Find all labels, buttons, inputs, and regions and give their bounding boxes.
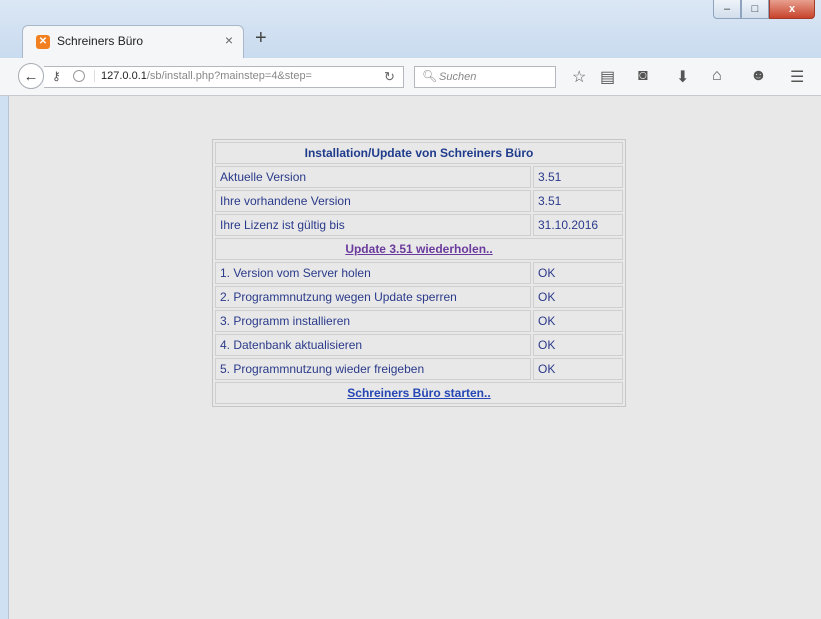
start-link-cell: Schreiners Büro starten.. [215, 382, 623, 404]
step-label: 1. Version vom Server holen [215, 262, 531, 284]
step-label: 2. Programmnutzung wegen Update sperren [215, 286, 531, 308]
table-row: 3. Programm installieren OK [215, 310, 623, 332]
reading-list-icon[interactable]: ▤ [600, 67, 615, 87]
info-value: 3.51 [533, 190, 623, 212]
table-title: Installation/Update von Schreiners Büro [215, 142, 623, 164]
home-icon[interactable]: ⌂ [712, 67, 722, 85]
table-row: 4. Datenbank aktualisieren OK [215, 334, 623, 356]
back-arrow-icon: ← [23, 67, 39, 85]
key-icon[interactable]: ⚷ [52, 69, 61, 83]
info-label: Ihre vorhandene Version [215, 190, 531, 212]
table-row: Ihre vorhandene Version 3.51 [215, 190, 623, 212]
info-value: 31.10.2016 [533, 214, 623, 236]
table-row: 2. Programmnutzung wegen Update sperren … [215, 286, 623, 308]
step-status: OK [533, 334, 623, 356]
table-row: Ihre Lizenz ist gültig bis 31.10.2016 [215, 214, 623, 236]
step-status: OK [533, 286, 623, 308]
update-link-cell: Update 3.51 wiederholen.. [215, 238, 623, 260]
table-row: Aktuelle Version 3.51 [215, 166, 623, 188]
step-status: OK [533, 262, 623, 284]
back-button[interactable]: ← [18, 63, 44, 89]
bookmark-star-icon[interactable]: ☆ [572, 67, 586, 87]
window-controls: – □ x [713, 0, 815, 20]
start-program-link[interactable]: Schreiners Büro starten.. [347, 386, 490, 400]
step-status: OK [533, 358, 623, 380]
url-text[interactable]: 127.0.0.1/sb/install.php?mainstep=4&step… [94, 70, 371, 82]
xampp-favicon-icon: ✕ [36, 35, 50, 49]
chat-icon[interactable]: ☻ [750, 67, 767, 85]
search-placeholder: Suchen [439, 71, 477, 83]
table-row: 1. Version vom Server holen OK [215, 262, 623, 284]
url-path: /sb/install.php?mainstep=4&step= [146, 70, 312, 82]
menu-icon[interactable]: ☰ [790, 67, 804, 87]
search-icon: 🔍︎ [422, 69, 438, 83]
table-row: 5. Programmnutzung wieder freigeben OK [215, 358, 623, 380]
url-bar[interactable]: ⚷ 127.0.0.1/sb/install.php?mainstep=4&st… [44, 66, 404, 88]
download-icon[interactable]: ⬇ [676, 67, 689, 87]
tab-title: Schreiners Büro [57, 34, 144, 48]
navigation-bar: ← ⚷ 127.0.0.1/sb/install.php?mainstep=4&… [0, 58, 821, 96]
info-label: Aktuelle Version [215, 166, 531, 188]
close-window-button[interactable]: x [769, 0, 815, 19]
url-host: 127.0.0.1 [101, 70, 147, 82]
page-viewport: Installation/Update von Schreiners Büro … [8, 96, 821, 619]
maximize-button[interactable]: □ [741, 0, 769, 19]
step-label: 4. Datenbank aktualisieren [215, 334, 531, 356]
globe-icon[interactable] [73, 70, 85, 82]
info-label: Ihre Lizenz ist gültig bis [215, 214, 531, 236]
step-status: OK [533, 310, 623, 332]
step-label: 3. Programm installieren [215, 310, 531, 332]
browser-tab[interactable]: ✕ Schreiners Büro × [22, 25, 244, 58]
info-value: 3.51 [533, 166, 623, 188]
update-repeat-link[interactable]: Update 3.51 wiederholen.. [345, 242, 492, 256]
step-label: 5. Programmnutzung wieder freigeben [215, 358, 531, 380]
pocket-icon[interactable]: ◙ [638, 67, 648, 85]
minimize-button[interactable]: – [713, 0, 741, 19]
search-bar[interactable]: 🔍︎ Suchen [414, 66, 556, 88]
installation-table: Installation/Update von Schreiners Büro … [212, 139, 626, 407]
title-bar: ✕ Schreiners Büro × + – □ x [0, 0, 821, 58]
tab-close-button[interactable]: × [225, 32, 233, 48]
new-tab-button[interactable]: + [255, 27, 267, 50]
reload-icon[interactable]: ↻ [384, 69, 395, 85]
